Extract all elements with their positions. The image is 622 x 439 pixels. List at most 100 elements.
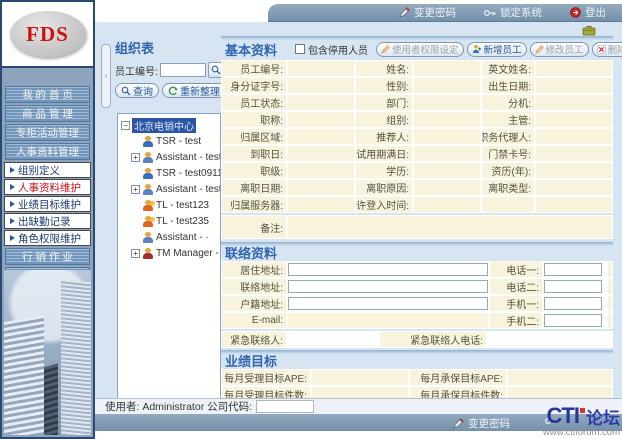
emergency-contact-row: 紧急联络人: 紧急联络人电话:: [221, 331, 613, 348]
tree-node-label: Assistant - test: [156, 152, 220, 163]
sidebar-item-home[interactable]: 我 的 首 页: [5, 86, 90, 103]
building-shape: [4, 315, 44, 435]
tree-node-label: TM Manager - :: [156, 248, 220, 259]
residence-address-input[interactable]: [288, 263, 488, 276]
phone1-input[interactable]: [544, 263, 602, 276]
field-value: [414, 180, 480, 195]
user-permission-label: 使用者权限设定: [392, 42, 459, 56]
registered-address-input[interactable]: [288, 297, 488, 310]
field-label: 出生日期:: [482, 78, 534, 93]
field-label: 英文姓名:: [482, 61, 534, 76]
panel-collapse-handle[interactable]: ‹: [101, 44, 111, 108]
field-label: [482, 197, 534, 212]
pencil-icon: [381, 45, 390, 54]
remark-row: 备注:: [221, 215, 613, 239]
mailing-address-input[interactable]: [288, 280, 488, 293]
tree-node[interactable]: TL - test123: [131, 197, 220, 213]
contact-info-title: 联络资料: [225, 243, 277, 262]
refresh-button[interactable]: 重新整理: [162, 83, 226, 98]
modify-employee-label: 修改员工: [546, 42, 584, 56]
field-label: 离职日期:: [222, 180, 286, 195]
sidebar-item-product-mgmt[interactable]: 商 品 管 理: [5, 105, 90, 122]
mobile2-input[interactable]: [544, 314, 602, 327]
forum-logo-text: 论坛: [586, 410, 620, 427]
sidebar-item-hr-data-mgmt[interactable]: 人事资料管理: [5, 143, 90, 160]
basic-info-grid: 员工编号: 姓名: 英文姓名: 身分证字号: 性别: 出生日期: 员工状态: 部…: [221, 60, 613, 213]
field-label: 到职日:: [222, 146, 286, 161]
sidebar-menu: 我 的 首 页 商 品 管 理 专柜活动管理 人事资料管理 组别定义 人事资料维…: [2, 68, 93, 284]
sidebar-subitem-target-maintenance[interactable]: 业绩目标维护: [4, 196, 91, 212]
red-square-icon: [580, 408, 585, 413]
search-button[interactable]: 查询: [115, 83, 159, 98]
tree-node[interactable]: TL - test235: [131, 213, 220, 229]
field-value: [288, 197, 354, 212]
collapse-minus-icon[interactable]: −: [121, 121, 130, 130]
logo-box: FDS: [2, 2, 93, 68]
delete-employee-button[interactable]: 删除员工: [592, 42, 622, 57]
sidebar-subitem-hr-data-maintenance[interactable]: 人事资料维护: [4, 179, 91, 195]
field-value: [288, 61, 354, 76]
expand-plus-icon[interactable]: +: [131, 153, 140, 162]
arrow-right-icon: [10, 201, 15, 207]
input-cell: [544, 279, 606, 294]
field-value: [536, 180, 612, 195]
person-add-icon: [472, 44, 482, 54]
building-shape: [61, 279, 91, 435]
expand-plus-icon[interactable]: +: [131, 249, 140, 258]
refresh-button-label: 重新整理: [180, 83, 220, 98]
sidebar-subitem-group-definition[interactable]: 组别定义: [4, 162, 91, 178]
include-disabled-checkbox[interactable]: [295, 44, 305, 54]
employee-action-buttons: 使用者权限设定 新增员工 修改员工 删除员工: [376, 42, 622, 57]
person-tsr-icon: [142, 136, 154, 147]
modify-employee-button[interactable]: 修改员工: [530, 42, 589, 57]
ctiforum-watermark: CTI 论坛 www.ctiforum.com: [502, 405, 620, 438]
phone2-input[interactable]: [544, 280, 602, 293]
field-label: 员工状态:: [222, 95, 286, 110]
main-content: ‹ 组织表 员工编号: 查询 重新整理: [95, 22, 622, 398]
top-bar: 变更密码 锁定系统 登出: [268, 4, 622, 22]
field-label: 主管:: [482, 112, 534, 127]
emergency-phone-label: 紧急联络人电话:: [380, 332, 486, 347]
company-code-input[interactable]: [256, 400, 314, 413]
lock-system-button[interactable]: 锁定系统: [484, 5, 542, 20]
sidebar-item-marketing[interactable]: 行 销 作 业: [5, 248, 90, 265]
tree-node[interactable]: + Assistant - test114: [131, 181, 220, 197]
person-teamlead-icon: [142, 200, 154, 211]
change-password-button[interactable]: 变更密码: [399, 5, 456, 20]
tree-node-root[interactable]: − 北京电销中心: [121, 117, 220, 133]
performance-header: 业绩目标: [221, 354, 613, 367]
sidebar-item-counter-activity-mgmt[interactable]: 专柜活动管理: [5, 124, 90, 141]
employee-id-input[interactable]: [160, 63, 206, 77]
tree-node[interactable]: + TM Manager - :: [131, 245, 220, 261]
field-value: [536, 95, 612, 110]
refresh-icon: [168, 86, 178, 96]
tree-node-label: Assistant - ·: [156, 232, 209, 243]
tree-node[interactable]: Assistant - ·: [131, 229, 220, 245]
expand-plus-icon[interactable]: +: [131, 185, 140, 194]
delete-x-icon: [597, 45, 606, 54]
field-label: 手机二:: [490, 313, 542, 328]
tree-node[interactable]: TSR - test091108: [131, 165, 220, 181]
tree-node[interactable]: + Assistant - test: [131, 149, 220, 165]
field-label: 联络地址:: [222, 279, 286, 294]
sidebar-subitem-attendance-record[interactable]: 出缺勤记录: [4, 213, 91, 229]
field-label: 分机:: [482, 95, 534, 110]
tree-node[interactable]: TSR - test: [131, 133, 220, 149]
include-disabled-option: 包含停用人员: [295, 42, 368, 57]
person-tsr-icon: [142, 168, 154, 179]
person-manager-icon: [142, 248, 154, 259]
sidebar-subitem-role-permission[interactable]: 角色权限维护: [4, 230, 91, 246]
field-label: 归属区域:: [222, 129, 286, 144]
field-label: 归属服务器:: [222, 197, 286, 212]
basic-info-header: 基本资料 包含停用人员 使用者权限设定 新增员工: [221, 40, 613, 58]
field-value: [608, 262, 612, 277]
person-teamlead-icon: [142, 216, 154, 227]
mobile1-input[interactable]: [544, 297, 602, 310]
add-employee-button[interactable]: 新增员工: [467, 42, 527, 57]
magnifier-icon: [211, 65, 221, 75]
person-assistant-icon: [142, 232, 154, 243]
field-value: [414, 197, 480, 212]
input-cell: [288, 262, 488, 277]
logout-button[interactable]: 登出: [570, 5, 606, 20]
user-permission-button[interactable]: 使用者权限设定: [376, 42, 464, 57]
